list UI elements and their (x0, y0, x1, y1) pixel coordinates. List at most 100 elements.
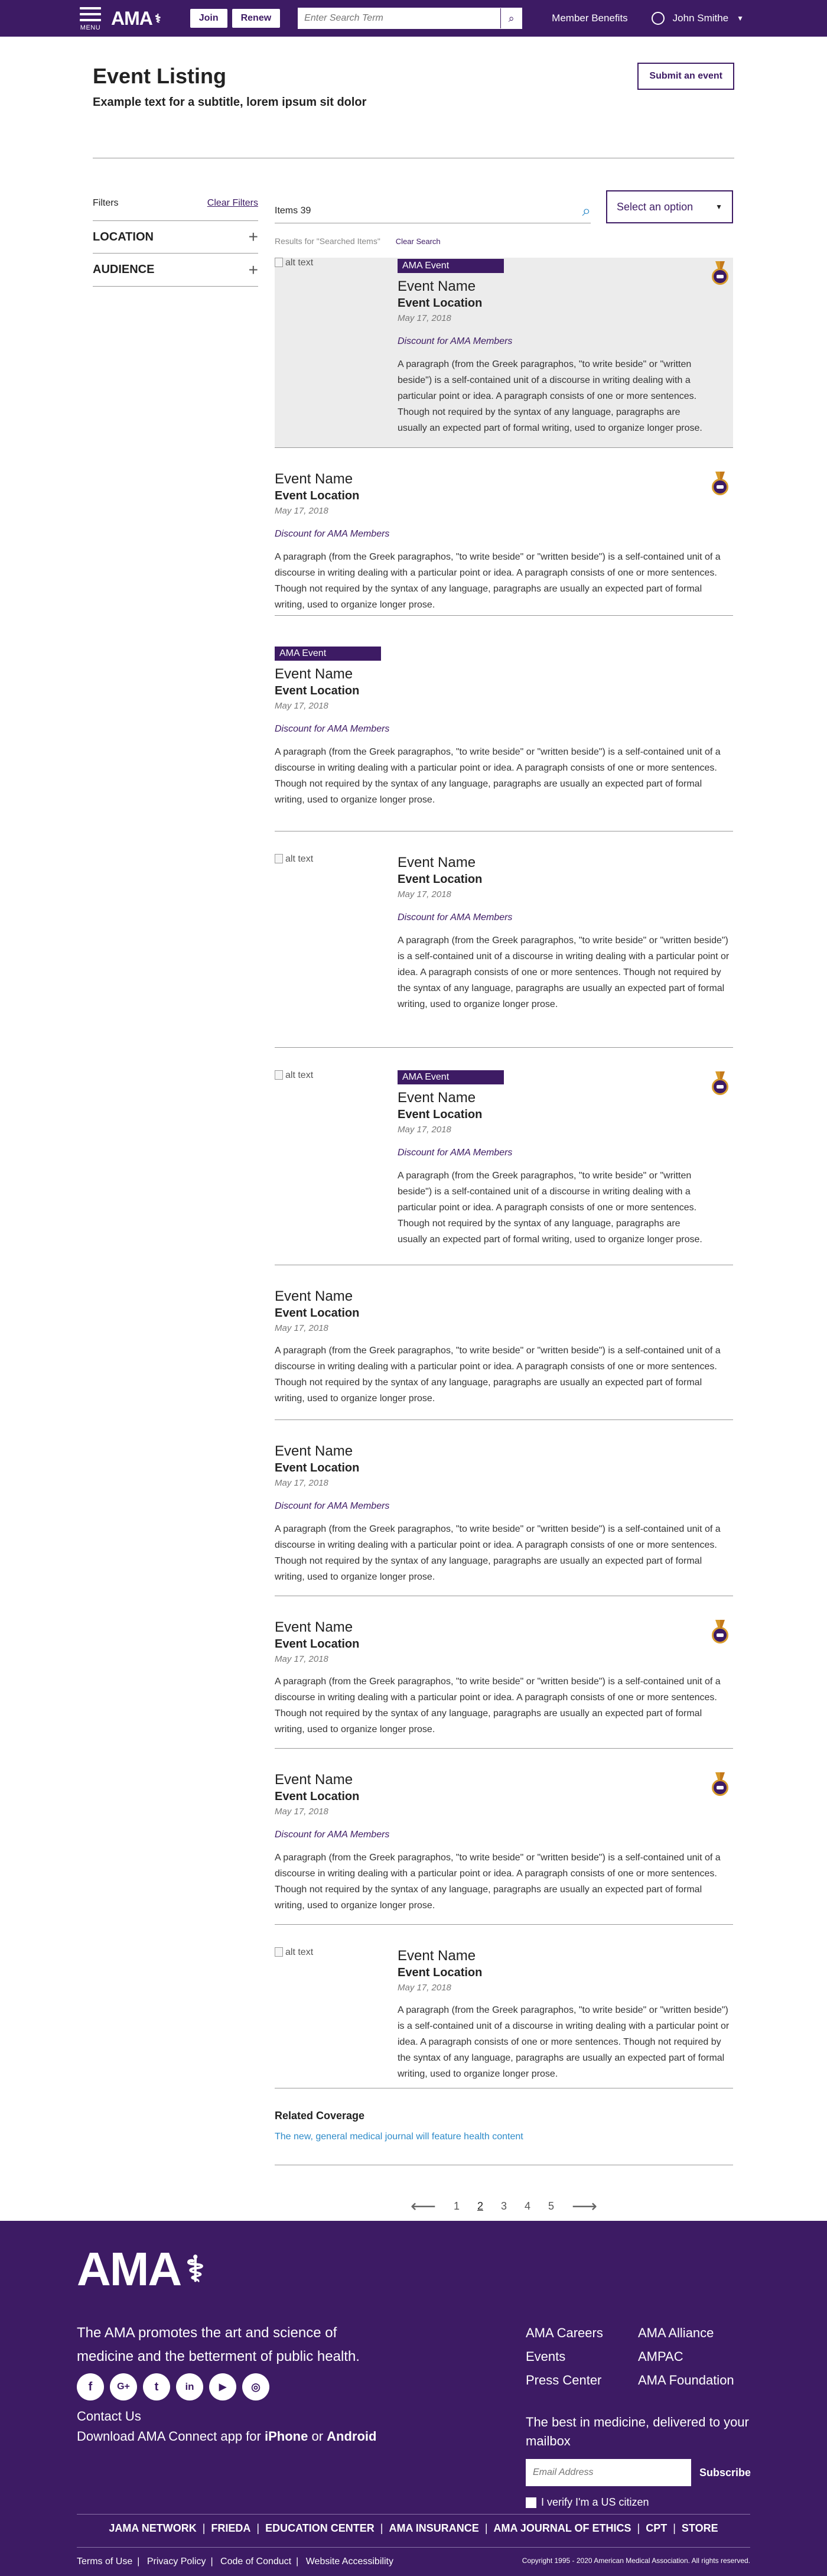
caret-down-icon: ▼ (715, 203, 722, 211)
footer-nav-item[interactable]: FRIEDA (211, 2522, 250, 2535)
citizen-checkbox-row[interactable]: I verify I'm a US citizen (526, 2496, 649, 2509)
download-iphone-link[interactable]: iPhone (265, 2429, 308, 2444)
event-name[interactable]: Event Name (275, 1288, 733, 1305)
renew-button[interactable]: Renew (232, 9, 281, 28)
user-menu[interactable]: John Smithe ▼ (651, 12, 744, 25)
event-name[interactable]: Event Name (398, 1089, 709, 1107)
items-search[interactable]: Items 39 ⌕ (275, 200, 591, 223)
event-discount: Discount for AMA Members (275, 529, 390, 539)
download-android-link[interactable]: Android (327, 2429, 376, 2444)
event-card[interactable]: Event Name Event Location May 17, 2018 A… (275, 1596, 733, 1749)
youtube-icon[interactable]: ▶ (209, 2373, 236, 2400)
page-5[interactable]: 5 (548, 2200, 554, 2213)
event-name[interactable]: Event Name (398, 278, 709, 295)
event-image: alt text (275, 1947, 393, 1958)
event-description: A paragraph (from the Greek paragraphos,… (275, 1524, 721, 1582)
event-name[interactable]: Event Name (275, 1443, 733, 1460)
instagram-icon[interactable]: ◎ (242, 2373, 269, 2400)
event-name[interactable]: Event Name (275, 470, 733, 488)
linkedin-icon[interactable]: in (176, 2373, 203, 2400)
event-description: A paragraph (from the Greek paragraphos,… (275, 1853, 721, 1911)
event-card[interactable]: alt text Event Name Event Location May 1… (275, 831, 733, 1048)
event-name[interactable]: Event Name (275, 1771, 733, 1789)
event-location: Event Location (398, 1966, 483, 1979)
facebook-icon[interactable]: f (77, 2373, 104, 2400)
footer-link[interactable]: AMPAC (638, 2345, 734, 2369)
google-plus-icon[interactable]: G+ (110, 2373, 137, 2400)
member-benefits-link[interactable]: Member Benefits (552, 12, 628, 24)
hamburger-icon-bar (80, 19, 101, 21)
filter-location[interactable]: LOCATION + (93, 220, 258, 254)
social-links: f G+ t in ▶ ◎ (77, 2373, 269, 2400)
menu-button[interactable]: MENU (77, 5, 104, 31)
legal-link[interactable]: Terms of Use (77, 2556, 132, 2567)
event-card[interactable]: alt text AMA Event Event Name Event Loca… (275, 258, 733, 448)
join-button[interactable]: Join (190, 9, 227, 28)
footer-link[interactable]: AMA Careers (526, 2321, 603, 2345)
page-3[interactable]: 3 (501, 2200, 507, 2213)
sort-select[interactable]: Select an option ▼ (606, 190, 733, 223)
related-coverage-link[interactable]: The new, general medical journal will fe… (275, 2132, 733, 2142)
page-2[interactable]: 2 (477, 2200, 483, 2213)
footer-link[interactable]: AMA Foundation (638, 2369, 734, 2392)
event-date: May 17, 2018 (275, 1478, 328, 1488)
page-4[interactable]: 4 (525, 2200, 530, 2213)
legal-link[interactable]: Code of Conduct (220, 2556, 291, 2567)
event-name[interactable]: Event Name (398, 854, 733, 872)
twitter-icon[interactable]: t (143, 2373, 170, 2400)
footer-link[interactable]: Events (526, 2345, 603, 2369)
event-description: A paragraph (from the Greek paragraphos,… (275, 1677, 721, 1734)
subscribe-button[interactable]: Subscribe (699, 2467, 751, 2479)
page-1[interactable]: 1 (454, 2200, 460, 2213)
search-icon[interactable]: ⌕ (500, 8, 522, 28)
event-location: Event Location (275, 489, 360, 502)
event-date: May 17, 2018 (398, 313, 451, 323)
footer-logo[interactable]: AMA ⚕ (77, 2242, 205, 2296)
event-card[interactable]: Event Name Event Location May 17, 2018 D… (275, 1420, 733, 1596)
event-card[interactable]: Event Name Event Location May 17, 2018 D… (275, 448, 733, 616)
footer-nav-item[interactable]: AMA INSURANCE (389, 2522, 478, 2535)
event-name[interactable]: Event Name (275, 665, 733, 683)
event-date: May 17, 2018 (275, 506, 328, 516)
event-location: Event Location (398, 873, 483, 886)
event-location: Event Location (398, 297, 483, 310)
download-prefix: Download AMA Connect app for (77, 2429, 261, 2444)
legal-link[interactable]: Privacy Policy (147, 2556, 206, 2567)
event-card[interactable]: alt text Event Name Event Location May 1… (275, 1925, 733, 2080)
footer-divider (77, 2547, 750, 2548)
event-name[interactable]: Event Name (275, 1619, 733, 1636)
filter-audience[interactable]: AUDIENCE + (93, 254, 258, 287)
footer-nav-item[interactable]: AMA JOURNAL OF ETHICS (494, 2522, 631, 2535)
prev-arrow-icon[interactable]: ⟵ (411, 2196, 436, 2217)
legal-link[interactable]: Website Accessibility (306, 2556, 393, 2567)
search-icon[interactable]: ⌕ (582, 202, 591, 220)
results-column: Items 39 ⌕ Select an option ▼ Results fo… (275, 189, 733, 2217)
top-nav: MENU AMA⚕ Join Renew ⌕ Member Benefits J… (0, 0, 827, 37)
footer-nav-item[interactable]: EDUCATION CENTER (265, 2522, 375, 2535)
submit-event-button[interactable]: Submit an event (637, 63, 734, 90)
ama-logo[interactable]: AMA ⚕ (111, 8, 161, 30)
next-arrow-icon[interactable]: ⟶ (572, 2196, 597, 2217)
contact-us-link[interactable]: Contact Us (77, 2409, 141, 2424)
footer-nav-item[interactable]: CPT (646, 2522, 667, 2535)
event-description: A paragraph (from the Greek paragraphos,… (398, 935, 730, 1009)
event-location: Event Location (275, 684, 360, 697)
footer-link[interactable]: Press Center (526, 2369, 603, 2392)
clear-filters-link[interactable]: Clear Filters (207, 198, 258, 209)
footer-link[interactable]: AMA Alliance (638, 2321, 734, 2345)
footer-nav-item[interactable]: STORE (682, 2522, 718, 2535)
email-field[interactable] (526, 2459, 691, 2486)
search-input[interactable] (298, 8, 501, 28)
event-card[interactable]: Event Name Event Location May 17, 2018 A… (275, 1265, 733, 1420)
ama-event-badge: AMA Event (398, 1070, 504, 1084)
event-card[interactable]: AMA Event Event Name Event Location May … (275, 616, 733, 831)
footer-nav-item[interactable]: JAMA NETWORK (109, 2522, 196, 2535)
event-name[interactable]: Event Name (398, 1947, 733, 1965)
clear-search-link[interactable]: Clear Search (396, 237, 441, 246)
event-card[interactable]: Event Name Event Location May 17, 2018 D… (275, 1749, 733, 1925)
event-card[interactable]: alt text AMA Event Event Name Event Loca… (275, 1048, 733, 1265)
medal-icon (712, 1620, 728, 1643)
results-for-text: Results for "Searched Items" (275, 236, 380, 246)
footer-nav: JAMA NETWORK | FRIEDA | EDUCATION CENTER | … (109, 2522, 718, 2535)
citizen-checkbox[interactable] (526, 2497, 536, 2508)
